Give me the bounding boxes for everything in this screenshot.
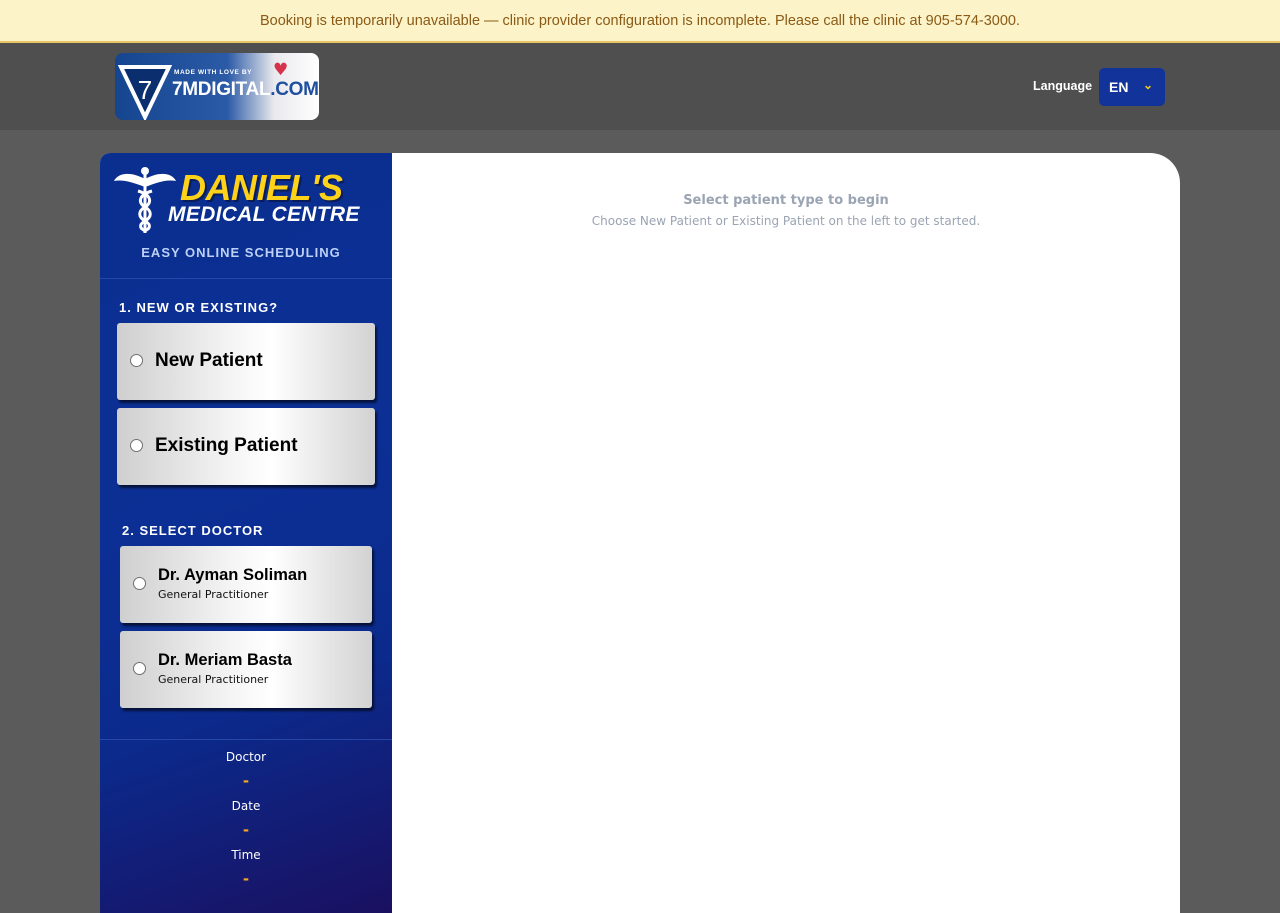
brand-name-main: 7MDIGITAL	[172, 79, 271, 100]
banner-text: Booking is temporarily unavailable — cli…	[259, 12, 1021, 29]
step-patient-label: 1. NEW OR EXISTING?	[119, 300, 279, 315]
brand-name-suffix: .COM	[270, 79, 319, 100]
booking-unavailable-banner: Booking is temporarily unavailable — cli…	[0, 0, 1280, 43]
language-select[interactable]: EN ⌄	[1099, 68, 1165, 106]
main-empty-subtitle: Choose New Patient or Existing Patient o…	[591, 214, 981, 228]
doctor-name: Dr. Ayman Soliman	[158, 566, 308, 584]
clinic-header: DANIEL'S MEDICAL CENTRE EASY ONLINE SCHE…	[100, 153, 392, 279]
new-patient-label: New Patient	[155, 350, 263, 371]
badge-number: 7	[138, 75, 152, 105]
language-selected-value: EN	[1109, 79, 1129, 95]
main-empty-title: Select patient type to begin	[683, 193, 889, 208]
new-patient-option[interactable]: New Patient	[117, 323, 375, 400]
doctor-radio[interactable]	[133, 662, 146, 675]
existing-patient-radio[interactable]	[130, 439, 143, 452]
doctor-option[interactable]: Dr. Meriam Basta General Practitioner	[120, 631, 372, 708]
new-patient-radio[interactable]	[130, 354, 143, 367]
chevron-down-icon: ⌄	[1142, 78, 1153, 92]
summary-doctor-value: -	[242, 772, 250, 790]
brand-name: 7MDIGITAL.COM	[172, 79, 319, 101]
existing-patient-option[interactable]: Existing Patient	[117, 408, 375, 485]
booking-sidebar: DANIEL'S MEDICAL CENTRE EASY ONLINE SCHE…	[100, 153, 392, 913]
summary-date-label: Date	[231, 799, 261, 813]
summary-time-label: Time	[231, 848, 261, 862]
made-with-love-text: MADE WITH LOVE BY	[174, 69, 253, 76]
doctor-specialty: General Practitioner	[158, 588, 269, 601]
doctor-specialty: General Practitioner	[158, 673, 269, 686]
doctor-option[interactable]: Dr. Ayman Soliman General Practitioner	[120, 546, 372, 623]
clinic-tagline: EASY ONLINE SCHEDULING	[141, 245, 341, 260]
summary-date-value: -	[242, 821, 250, 839]
7mdigital-logo[interactable]: 7 MADE WITH LOVE BY ♥ 7MDIGITAL.COM	[115, 53, 319, 120]
summary-time-value: -	[242, 870, 250, 888]
summary-doctor-label: Doctor	[225, 750, 267, 764]
booking-summary: Doctor - Date - Time -	[100, 739, 392, 888]
doctor-radio[interactable]	[133, 577, 146, 590]
triangle-7-icon: 7	[117, 65, 173, 120]
existing-patient-label: Existing Patient	[155, 435, 298, 456]
doctor-name: Dr. Meriam Basta	[158, 651, 292, 669]
clinic-name-line2: MEDICAL CENTRE	[168, 203, 360, 226]
step-doctor-label: 2. SELECT DOCTOR	[122, 523, 264, 538]
top-bar: 7 MADE WITH LOVE BY ♥ 7MDIGITAL.COM Lang…	[0, 43, 1280, 130]
booking-card: DANIEL'S MEDICAL CENTRE EASY ONLINE SCHE…	[100, 153, 1180, 913]
heart-icon: ♥	[273, 60, 289, 80]
language-label: Language	[1033, 79, 1093, 93]
